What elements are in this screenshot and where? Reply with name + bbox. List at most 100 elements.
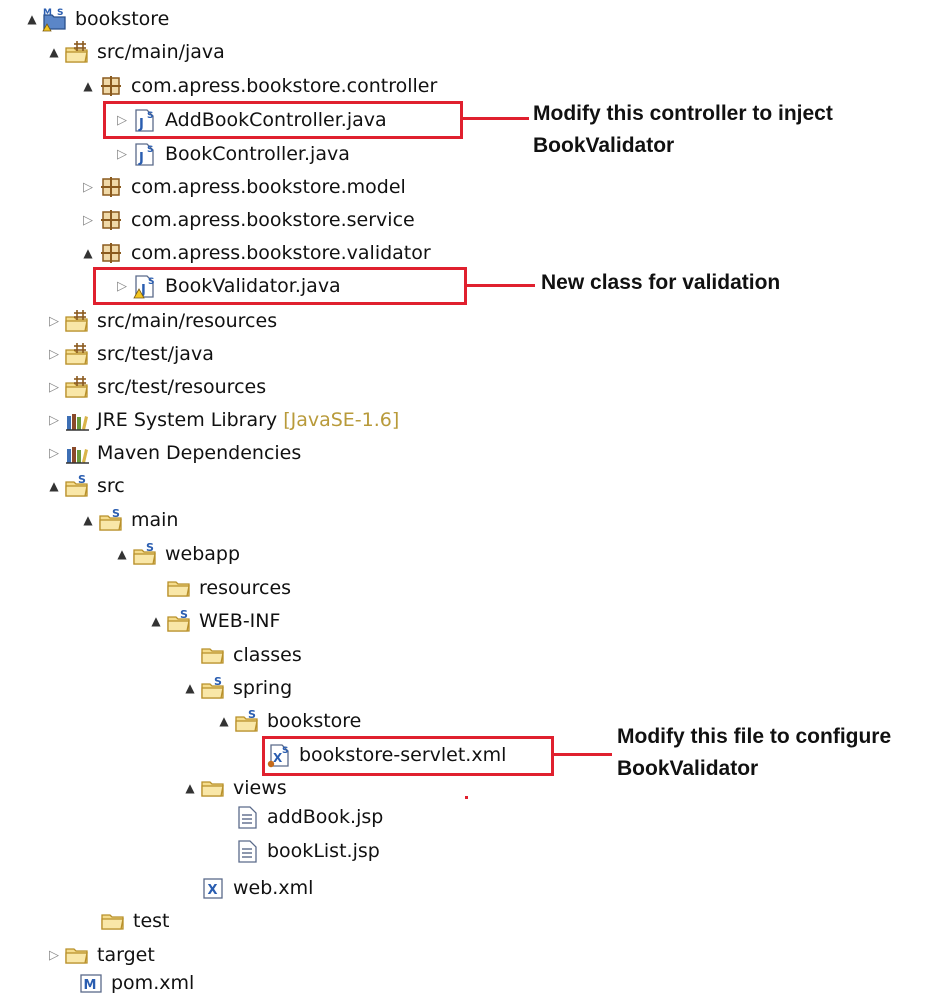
- expand-icon[interactable]: ▲: [146, 606, 166, 636]
- callout-note-bookstore-servlet: Modify this file to configure BookValida…: [617, 721, 891, 785]
- callout-note-line: Modify this controller to inject: [533, 102, 833, 125]
- tree-item-label: main: [131, 509, 179, 531]
- callout-box-bookstore-servlet: [262, 736, 554, 776]
- tree-item-book-controller[interactable]: ▷ BookController.java: [112, 139, 350, 169]
- callout-line-bookstore-servlet: [554, 753, 612, 756]
- tree-item-label: resources: [199, 577, 292, 599]
- callout-note-line: Modify this file to configure: [617, 725, 892, 748]
- tree-item-label: webapp: [165, 543, 241, 565]
- tree-item-src-main-java[interactable]: ▲ src/main/java: [44, 37, 225, 67]
- collapse-icon[interactable]: ▷: [112, 139, 132, 169]
- tree-item-project-bookstore[interactable]: ▲ bookstore: [22, 4, 169, 34]
- tree-item-label: test: [133, 910, 170, 932]
- tree-item-booklist-jsp[interactable]: bookList.jsp: [234, 836, 380, 866]
- collapse-icon[interactable]: ▷: [78, 172, 98, 202]
- package-warning-icon: [98, 240, 124, 266]
- tree-item-classes[interactable]: classes: [180, 640, 302, 670]
- jre-version-decoration: [JavaSE-1.6]: [283, 409, 400, 431]
- tree-item-web-inf[interactable]: ▲ WEB-INF: [146, 606, 280, 636]
- tree-item-views[interactable]: ▲ views: [180, 773, 286, 803]
- spring-folder-icon: [132, 541, 158, 567]
- expand-icon[interactable]: ▲: [22, 4, 42, 34]
- expand-icon[interactable]: ▲: [180, 773, 200, 803]
- tree-item-label: bookstore: [75, 8, 170, 30]
- tree-item-label: web.xml: [233, 877, 314, 899]
- callout-line-add-book-controller: [463, 117, 529, 120]
- tree-item-jre-library[interactable]: ▷ JRE System Library [JavaSE-1.6]: [44, 405, 399, 435]
- library-icon: [64, 407, 90, 433]
- tree-item-maven-dependencies[interactable]: ▷ Maven Dependencies: [44, 438, 301, 468]
- callout-note-line: BookValidator: [617, 757, 759, 780]
- expand-icon[interactable]: ▲: [78, 71, 98, 101]
- stray-red-dot: [465, 796, 468, 799]
- tree-item-web-xml[interactable]: web.xml: [200, 873, 313, 903]
- tree-item-package-model[interactable]: ▷ com.apress.bookstore.model: [78, 172, 406, 202]
- spring-folder-icon: [234, 708, 260, 734]
- tree-item-label: bookstore: [267, 710, 362, 732]
- tree-item-label: spring: [233, 677, 293, 699]
- tree-item-main[interactable]: ▲ main: [78, 505, 178, 535]
- expand-icon[interactable]: ▲: [78, 505, 98, 535]
- tree-item-label: JRE System Library: [97, 409, 278, 431]
- tree-item-label: src/main/java: [97, 41, 225, 63]
- tree-item-label: classes: [233, 644, 302, 666]
- tree-item-label: com.apress.bookstore.model: [131, 176, 406, 198]
- tree-item-test[interactable]: test: [80, 906, 170, 936]
- collapse-icon[interactable]: ▷: [44, 372, 64, 402]
- jsp-file-icon: [234, 838, 260, 864]
- expand-icon[interactable]: ▲: [214, 706, 234, 736]
- tree-item-src-test-resources[interactable]: ▷ src/test/resources: [44, 372, 266, 402]
- tree-item-src[interactable]: ▲ src: [44, 471, 125, 501]
- tree-item-resources[interactable]: resources: [146, 573, 291, 603]
- folder-icon: [200, 775, 226, 801]
- tree-item-package-service[interactable]: ▷ com.apress.bookstore.service: [78, 205, 415, 235]
- spring-folder-icon: [64, 473, 90, 499]
- tree-item-label: src: [97, 475, 125, 497]
- tree-item-pom-xml[interactable]: pom.xml: [58, 968, 194, 997]
- tree-item-label: target: [97, 944, 155, 966]
- collapse-icon[interactable]: ▷: [78, 205, 98, 235]
- collapse-icon[interactable]: ▷: [44, 339, 64, 369]
- expand-icon[interactable]: ▲: [78, 238, 98, 268]
- tree-item-bookstore-folder[interactable]: ▲ bookstore: [214, 706, 361, 736]
- expand-icon[interactable]: ▲: [180, 673, 200, 703]
- tree-item-target[interactable]: ▷ target: [44, 940, 155, 970]
- expand-icon[interactable]: ▲: [44, 471, 64, 501]
- folder-icon: [100, 908, 126, 934]
- tree-item-label: WEB-INF: [199, 610, 281, 632]
- callout-note-book-validator: New class for validation: [541, 267, 780, 299]
- tree-item-addbook-jsp[interactable]: addBook.jsp: [234, 802, 383, 832]
- expand-icon[interactable]: ▲: [112, 539, 132, 569]
- tree-item-label: src/main/resources: [97, 310, 278, 332]
- callout-line-book-validator: [467, 284, 535, 287]
- tree-item-label: src/test/java: [97, 343, 214, 365]
- collapse-icon[interactable]: ▷: [44, 940, 64, 970]
- tree-item-package-validator[interactable]: ▲ com.apress.bookstore.validator: [78, 238, 431, 268]
- collapse-icon[interactable]: ▷: [44, 405, 64, 435]
- spring-folder-icon: [166, 608, 192, 634]
- collapse-icon[interactable]: ▷: [44, 438, 64, 468]
- expand-icon[interactable]: ▲: [44, 37, 64, 67]
- source-folder-icon: [64, 374, 90, 400]
- maven-pom-icon: [78, 970, 104, 996]
- callout-box-add-book-controller: [103, 101, 463, 139]
- jsp-file-icon: [234, 804, 260, 830]
- tree-item-webapp[interactable]: ▲ webapp: [112, 539, 240, 569]
- tree-item-label: src/test/resources: [97, 376, 267, 398]
- library-icon: [64, 440, 90, 466]
- source-folder-icon: [64, 341, 90, 367]
- package-icon: [98, 73, 124, 99]
- tree-item-label: BookController.java: [165, 143, 350, 165]
- tree-item-package-controller[interactable]: ▲ com.apress.bookstore.controller: [78, 71, 437, 101]
- tree-item-spring[interactable]: ▲ spring: [180, 673, 292, 703]
- collapse-icon[interactable]: ▷: [44, 306, 64, 336]
- tree-item-src-main-resources[interactable]: ▷ src/main/resources: [44, 306, 277, 336]
- package-icon: [98, 174, 124, 200]
- tree-item-src-test-java[interactable]: ▷ src/test/java: [44, 339, 214, 369]
- tree-item-label: com.apress.bookstore.controller: [131, 75, 438, 97]
- tree-item-label: com.apress.bookstore.validator: [131, 242, 431, 264]
